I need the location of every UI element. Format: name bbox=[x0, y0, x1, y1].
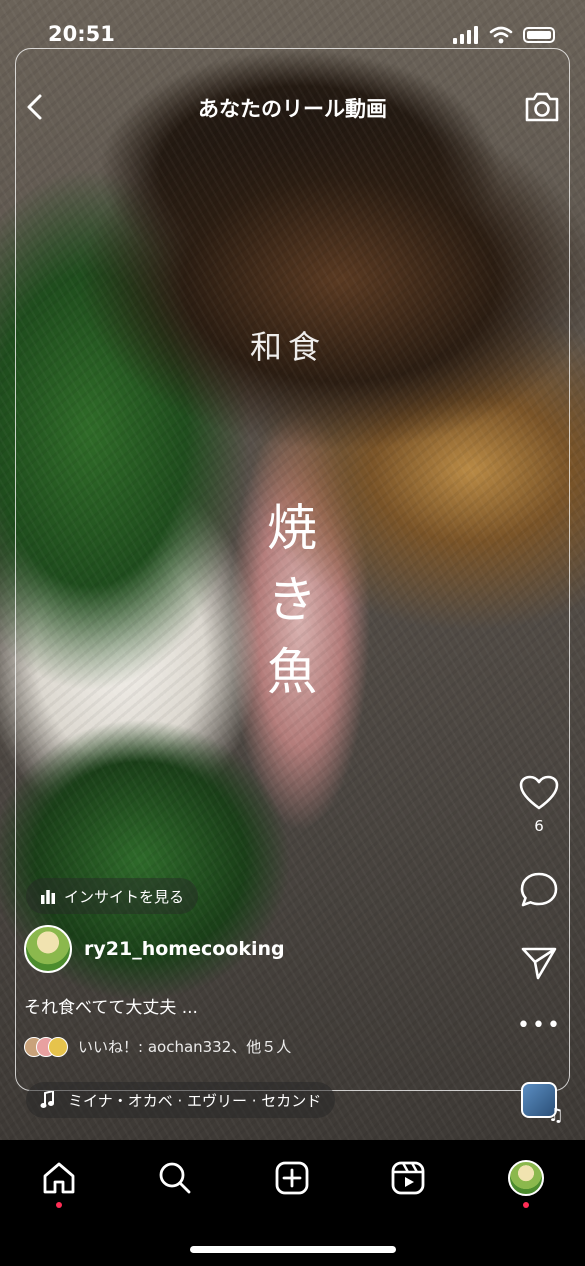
profile-avatar bbox=[508, 1160, 544, 1196]
dish-char: 魚 bbox=[267, 643, 317, 701]
tab-search[interactable] bbox=[155, 1158, 195, 1198]
likes-text: いいね！: aochan332、他５人 bbox=[78, 1038, 292, 1056]
more-options-icon[interactable]: ••• bbox=[517, 1015, 561, 1037]
profile-notification-dot bbox=[523, 1202, 529, 1208]
status-icons bbox=[453, 26, 555, 44]
username[interactable]: ry21_homecooking bbox=[84, 938, 285, 960]
dish-char: き bbox=[267, 571, 317, 629]
status-time: 20:51 bbox=[48, 22, 115, 46]
tab-profile[interactable] bbox=[506, 1158, 546, 1198]
caption-text[interactable]: それ食べてて大丈夫 ... bbox=[24, 993, 198, 1018]
audio-button[interactable]: ミイナ・オカベ · エヴリー · セカンド bbox=[26, 1082, 336, 1118]
action-column: 6 ••• bbox=[517, 775, 561, 1037]
insights-button[interactable]: インサイトを見る bbox=[26, 878, 199, 914]
home-icon bbox=[43, 1162, 75, 1194]
overlay-category-text: 和食 bbox=[250, 328, 327, 366]
like-count: 6 bbox=[534, 817, 544, 835]
comment-icon[interactable] bbox=[519, 871, 559, 909]
liker-avatar bbox=[48, 1036, 68, 1057]
wifi-icon bbox=[489, 26, 513, 44]
plus-square-icon bbox=[275, 1161, 309, 1195]
user-row[interactable]: ry21_homecooking bbox=[24, 925, 285, 973]
tab-create[interactable] bbox=[272, 1158, 312, 1198]
overlay-dish-text: 焼 き 魚 bbox=[262, 492, 322, 708]
search-icon bbox=[159, 1162, 191, 1194]
signal-icon bbox=[453, 26, 478, 44]
music-text: ミイナ・オカベ · エヴリー · セカンド bbox=[68, 1091, 322, 1110]
camera-icon[interactable] bbox=[523, 90, 561, 124]
bar-chart-icon bbox=[41, 890, 55, 904]
battery-icon bbox=[523, 27, 555, 43]
music-note-icon: ♫ bbox=[547, 1105, 564, 1126]
avatar[interactable] bbox=[24, 925, 72, 973]
tab-home[interactable] bbox=[39, 1158, 79, 1198]
home-indicator[interactable] bbox=[190, 1246, 396, 1253]
page-title: あなたのリール動画 bbox=[198, 97, 387, 121]
dish-char: 焼 bbox=[267, 499, 317, 557]
home-notification-dot bbox=[56, 1202, 62, 1208]
heart-icon[interactable] bbox=[519, 775, 559, 811]
insights-label: インサイトを見る bbox=[64, 887, 185, 906]
likes-summary[interactable]: いいね！: aochan332、他５人 bbox=[24, 1036, 291, 1057]
send-icon[interactable] bbox=[520, 945, 558, 981]
reels-icon bbox=[391, 1161, 425, 1195]
tab-reels[interactable] bbox=[388, 1158, 428, 1198]
music-note-icon bbox=[40, 1091, 54, 1108]
